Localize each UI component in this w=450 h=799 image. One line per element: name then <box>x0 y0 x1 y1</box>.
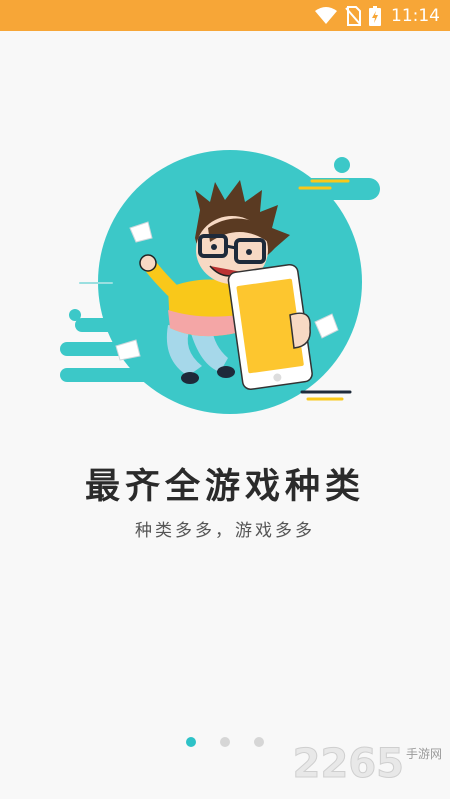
wifi-icon <box>315 6 337 25</box>
onboarding-subtitle: 种类多多，游戏多多 <box>135 521 315 541</box>
no-sim-icon <box>345 5 361 26</box>
page-dot-1[interactable] <box>186 737 196 747</box>
status-time: 11:14 <box>391 5 440 26</box>
page-dot-2[interactable] <box>220 737 230 747</box>
cartoon-hand <box>289 312 311 349</box>
onboarding-title: 最齐全游戏种类 <box>84 467 365 507</box>
watermark-number: 2265 <box>292 741 404 787</box>
status-bar: 11:14 <box>0 0 450 31</box>
page-dot-3[interactable] <box>254 737 264 747</box>
watermark-logo: 2265 手游网 <box>292 741 442 787</box>
battery-charging-icon <box>369 5 381 26</box>
watermark-tag: 手游网 <box>405 747 442 761</box>
onboarding-illustration <box>60 150 380 414</box>
